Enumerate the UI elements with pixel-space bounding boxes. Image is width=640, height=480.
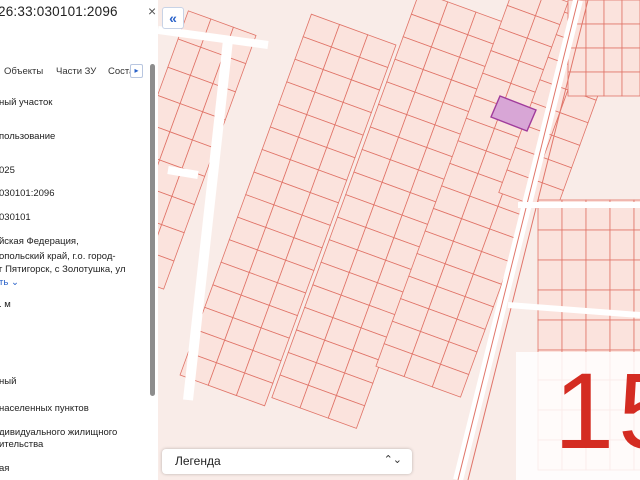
- parcel: [603, 47, 623, 73]
- parcel: [585, 23, 605, 49]
- parcel: [585, 71, 605, 97]
- parcel: [621, 47, 640, 73]
- field-area-unit: . м: [0, 299, 11, 310]
- parcel: [621, 23, 640, 49]
- legend-chevron-icon: ⌃⌄: [383, 454, 402, 466]
- parcel: [585, 319, 611, 351]
- parcel: [561, 289, 587, 321]
- parcel: [621, 0, 640, 25]
- close-icon[interactable]: ×: [148, 3, 156, 19]
- show-more-link[interactable]: ть ⌄: [0, 275, 19, 290]
- parcel: [633, 259, 640, 291]
- parcel: [603, 71, 623, 97]
- parcel: [561, 229, 587, 261]
- field-cadastral-number: 030101:2096: [0, 188, 55, 199]
- panel-scrollbar[interactable]: [150, 64, 155, 396]
- parcel: [561, 259, 587, 291]
- cadastral-number-title: 26:33:030101:2096: [0, 4, 118, 19]
- field-land-category: населенных пунктов: [0, 403, 89, 414]
- parcel: [609, 259, 635, 291]
- parcel: [621, 71, 640, 97]
- parcel: [633, 229, 640, 261]
- tab-objects[interactable]: Объекты: [4, 66, 43, 77]
- legend-select[interactable]: Легенда ⌃⌄: [162, 449, 412, 474]
- field-object-type: ный участок: [0, 97, 53, 108]
- parcel: [603, 23, 623, 49]
- parcel: [537, 229, 563, 261]
- field-status: ный: [0, 376, 17, 387]
- info-panel: 26:33:030101:2096 × Объекты Части ЗУ Сос…: [0, 0, 158, 480]
- field-date: 025: [0, 165, 15, 176]
- parcel: [585, 47, 605, 73]
- parcel: [537, 319, 563, 351]
- field-cadastral-quarter: 030101: [0, 212, 31, 223]
- parcel: [603, 0, 623, 25]
- road: [167, 166, 199, 179]
- field-address-line-1: йская Федерация,: [0, 236, 79, 247]
- parcel: [567, 71, 587, 97]
- parcel: [633, 319, 640, 351]
- tab-parcel-parts[interactable]: Части ЗУ: [56, 66, 96, 77]
- parcel: [585, 259, 611, 291]
- collapse-panel-icon[interactable]: «: [162, 7, 184, 29]
- field-usage: пользование: [0, 131, 56, 142]
- parcel: [585, 0, 605, 25]
- parcel: [609, 229, 635, 261]
- parcel: [585, 289, 611, 321]
- field-permitted-use-line-2: ительства: [0, 439, 44, 450]
- parcel: [609, 319, 635, 351]
- parcel: [561, 319, 587, 351]
- tabs-scroll-right-icon[interactable]: ▸: [130, 64, 143, 78]
- legend-label: Легенда: [175, 454, 221, 468]
- parcel: [537, 259, 563, 291]
- parcel: [585, 229, 611, 261]
- big-number-text: 15: [554, 352, 640, 471]
- field-ownership: ая: [0, 463, 10, 474]
- zoom-number-overlay: 15: [516, 352, 640, 480]
